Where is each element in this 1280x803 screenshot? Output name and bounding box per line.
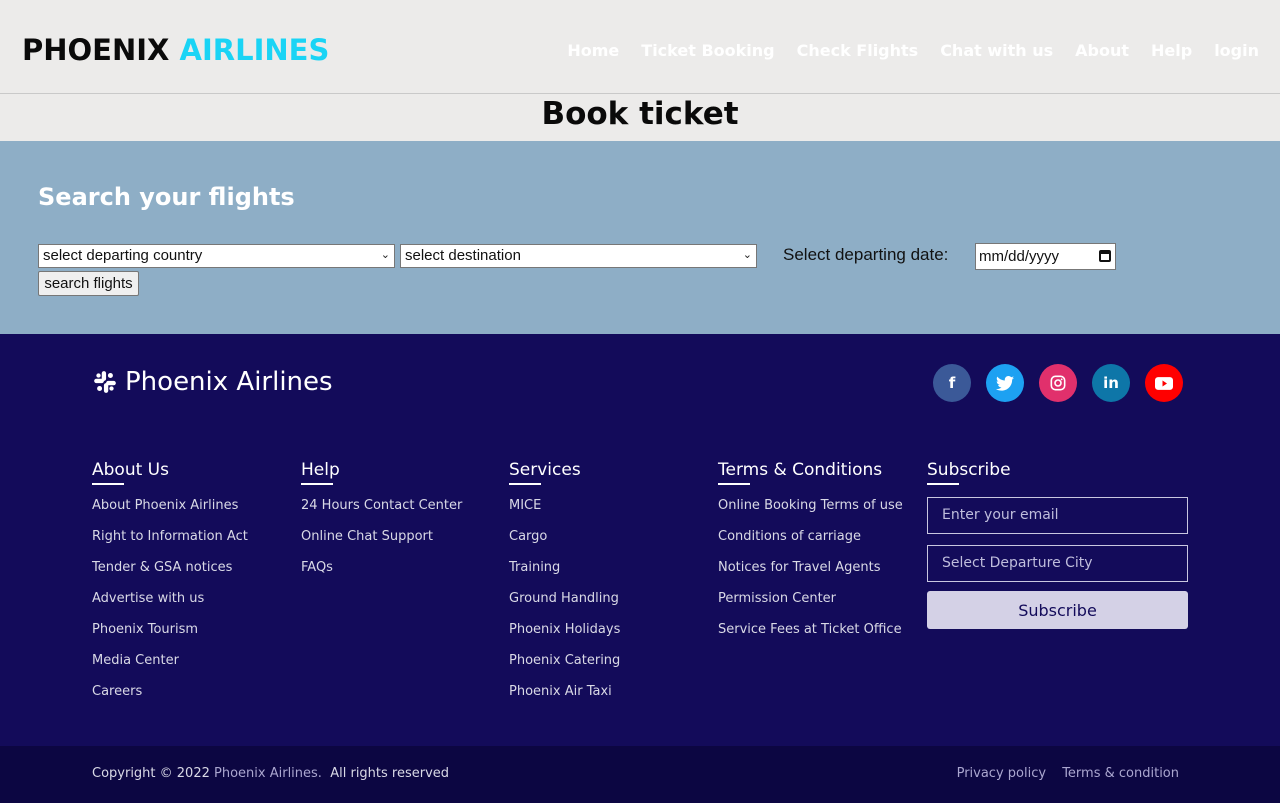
footer-link[interactable]: Careers — [92, 683, 248, 714]
facebook-icon[interactable]: f — [933, 364, 971, 402]
footer-link[interactable]: MICE — [509, 497, 620, 528]
footer-link[interactable]: Tender & GSA notices — [92, 559, 248, 590]
footer-link[interactable]: About Phoenix Airlines — [92, 497, 248, 528]
nav-login[interactable]: login — [1214, 41, 1259, 60]
nav-help[interactable]: Help — [1151, 41, 1192, 60]
slack-icon — [94, 371, 116, 393]
footer-col-title: Terms & Conditions — [718, 460, 903, 485]
date-placeholder: mm/dd/yyyy — [979, 248, 1060, 265]
nav-home[interactable]: Home — [567, 41, 619, 60]
footer-link[interactable]: 24 Hours Contact Center — [301, 497, 462, 528]
calendar-icon[interactable] — [1099, 250, 1111, 262]
chevron-down-icon: ⌄ — [380, 249, 390, 261]
copyright: Copyright © 2022 Phoenix Airlines. All r… — [92, 766, 449, 781]
city-placeholder: Select Departure City — [942, 555, 1093, 571]
departing-country-value: select departing country — [43, 247, 203, 264]
nav-check-flights[interactable]: Check Flights — [797, 41, 919, 60]
search-flights-button[interactable]: search flights — [38, 271, 139, 296]
footer-col-title: Subscribe — [927, 460, 1011, 485]
instagram-icon[interactable] — [1039, 364, 1077, 402]
footer-link[interactable]: Ground Handling — [509, 590, 620, 621]
footer-link[interactable]: Phoenix Holidays — [509, 621, 620, 652]
footer-link[interactable]: Online Booking Terms of use — [718, 497, 903, 528]
footer-brand-name: Phoenix Airlines — [125, 367, 333, 397]
date-label: Select departing date: — [783, 245, 949, 264]
copyright-brand[interactable]: Phoenix Airlines. — [214, 766, 322, 781]
departure-city-input[interactable]: Select Departure City — [927, 545, 1188, 582]
destination-select[interactable]: select destination ⌄ — [400, 244, 757, 268]
footer-link[interactable]: Service Fees at Ticket Office — [718, 621, 903, 652]
search-title: Search your flights — [38, 183, 295, 211]
logo-text-primary: PHOENIX — [22, 33, 170, 67]
email-placeholder: Enter your email — [942, 507, 1059, 523]
destination-value: select destination — [405, 247, 521, 264]
footer-link[interactable]: Right to Information Act — [92, 528, 248, 559]
nav-about[interactable]: About — [1075, 41, 1129, 60]
footer-link[interactable]: Online Chat Support — [301, 528, 462, 559]
youtube-icon[interactable] — [1145, 364, 1183, 402]
footer-col-help: Help 24 Hours Contact Center Online Chat… — [301, 460, 462, 590]
social-links: f in — [933, 364, 1198, 402]
flight-search-section: Search your flights select departing cou… — [0, 141, 1280, 334]
footer-col-services: Services MICE Cargo Training Ground Hand… — [509, 460, 620, 714]
footer-link[interactable]: Permission Center — [718, 590, 903, 621]
footer-link[interactable]: Notices for Travel Agents — [718, 559, 903, 590]
logo-text-accent: AIRLINES — [179, 33, 330, 67]
footer-bottom-bar: Copyright © 2022 Phoenix Airlines. All r… — [0, 746, 1280, 803]
copyright-prefix: Copyright © 2022 — [92, 766, 210, 781]
site-logo[interactable]: PHOENIX AIRLINES — [22, 33, 329, 67]
footer-brand: Phoenix Airlines — [92, 367, 333, 397]
departing-country-select[interactable]: select departing country ⌄ — [38, 244, 395, 268]
subscribe-button[interactable]: Subscribe — [927, 591, 1188, 629]
footer-link[interactable]: Cargo — [509, 528, 620, 559]
nav-ticket-booking[interactable]: Ticket Booking — [641, 41, 774, 60]
copyright-suffix: All rights reserved — [330, 766, 450, 781]
footer-link[interactable]: Phoenix Air Taxi — [509, 683, 620, 714]
footer-link[interactable]: Conditions of carriage — [718, 528, 903, 559]
footer-col-subscribe: Subscribe — [927, 460, 1011, 497]
terms-link[interactable]: Terms & condition — [1062, 766, 1179, 781]
main-nav: Home Ticket Booking Check Flights Chat w… — [545, 41, 1259, 60]
site-header: PHOENIX AIRLINES Home Ticket Booking Che… — [0, 0, 1280, 94]
nav-chat[interactable]: Chat with us — [940, 41, 1053, 60]
twitter-icon[interactable] — [986, 364, 1024, 402]
privacy-policy-link[interactable]: Privacy policy — [957, 766, 1046, 781]
footer-link[interactable]: Advertise with us — [92, 590, 248, 621]
subscribe-email-input[interactable]: Enter your email — [927, 497, 1188, 534]
legal-links: Privacy policy Terms & condition — [945, 766, 1179, 781]
footer-link[interactable]: FAQs — [301, 559, 462, 590]
footer-link[interactable]: Phoenix Tourism — [92, 621, 248, 652]
footer-link[interactable]: Phoenix Catering — [509, 652, 620, 683]
chevron-down-icon: ⌄ — [742, 249, 752, 261]
footer-link[interactable]: Training — [509, 559, 620, 590]
footer-col-title: About Us — [92, 460, 248, 485]
footer-col-title: Help — [301, 460, 462, 485]
page-title: Book ticket — [541, 96, 739, 132]
footer-col-about: About Us About Phoenix Airlines Right to… — [92, 460, 248, 714]
footer-col-title: Services — [509, 460, 620, 485]
site-footer: Phoenix Airlines f in About Us About Pho… — [0, 334, 1280, 746]
linkedin-icon[interactable]: in — [1092, 364, 1130, 402]
departing-date-input[interactable]: mm/dd/yyyy — [975, 243, 1116, 270]
footer-col-terms: Terms & Conditions Online Booking Terms … — [718, 460, 903, 652]
footer-link[interactable]: Media Center — [92, 652, 248, 683]
